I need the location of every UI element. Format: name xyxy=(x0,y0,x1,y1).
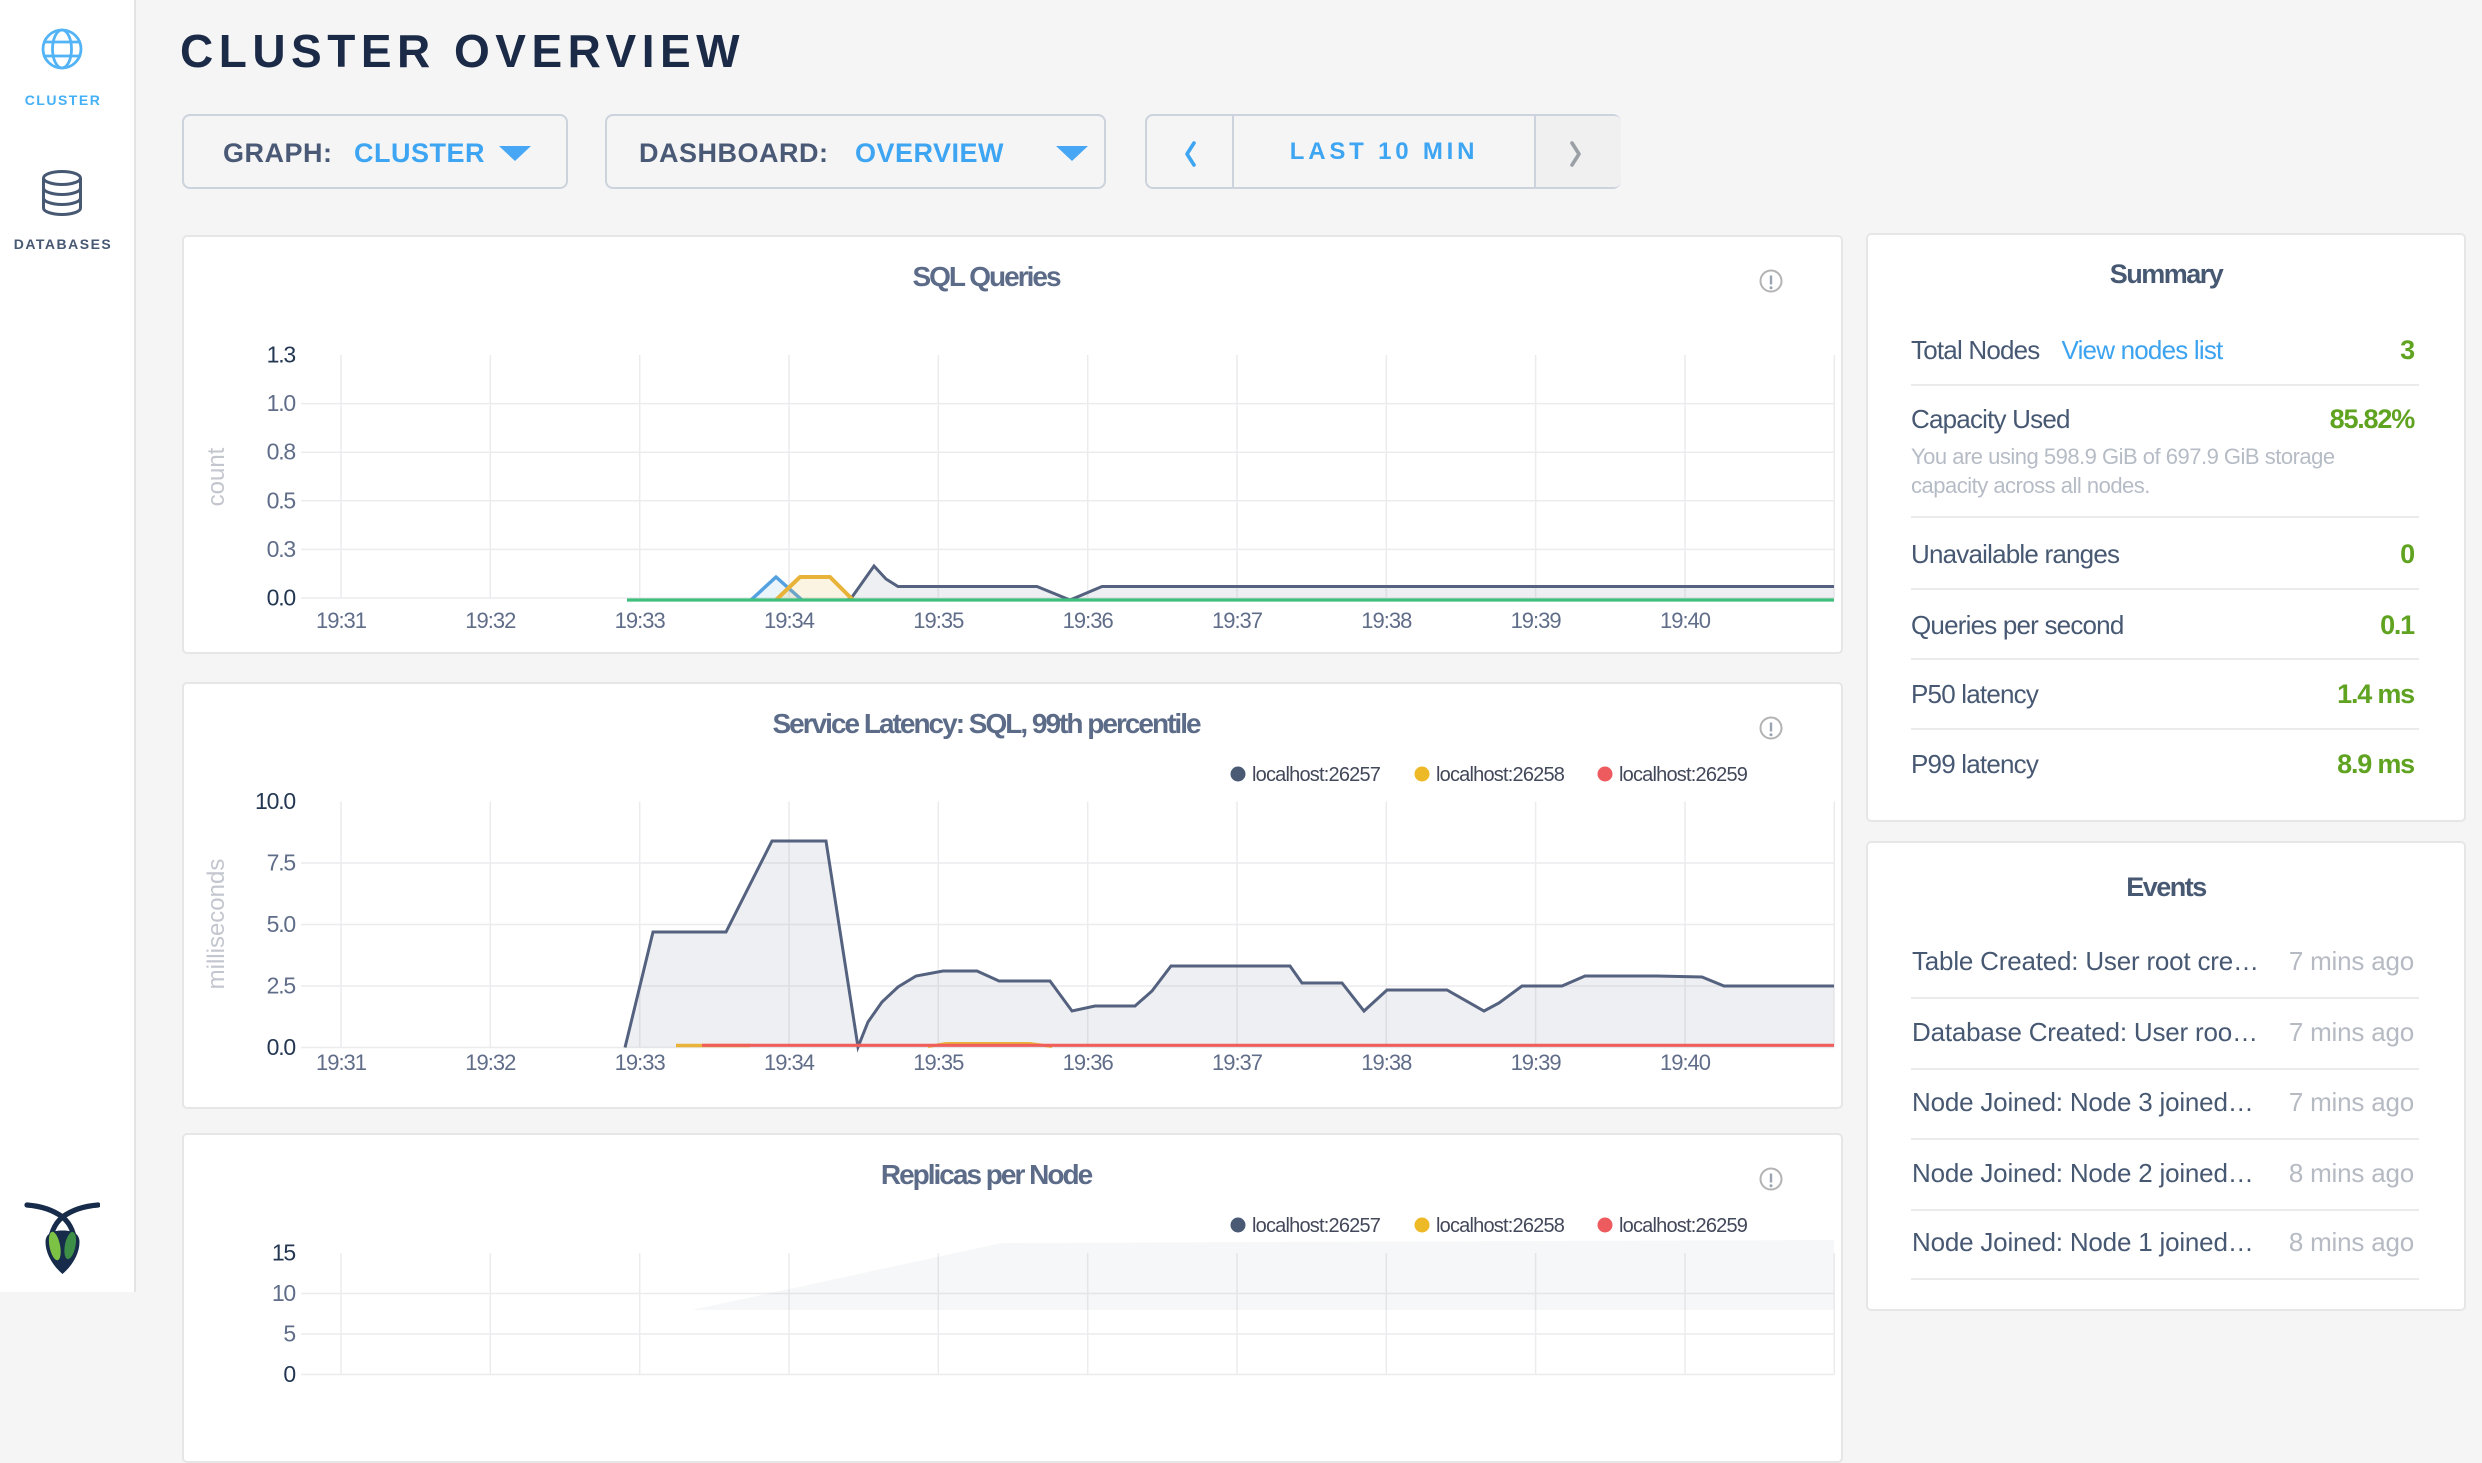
svg-text:10.0: 10.0 xyxy=(255,788,295,814)
svg-text:19:33: 19:33 xyxy=(615,1050,666,1075)
svg-text:19:38: 19:38 xyxy=(1361,608,1412,633)
svg-text:19:39: 19:39 xyxy=(1511,1050,1562,1075)
svg-text:localhost:26257: localhost:26257 xyxy=(1252,764,1381,786)
svg-text:count: count xyxy=(203,447,230,506)
svg-text:19:36: 19:36 xyxy=(1063,608,1114,633)
svg-text:milliseconds: milliseconds xyxy=(203,859,230,990)
svg-text:19:40: 19:40 xyxy=(1660,1050,1711,1075)
svg-text:1.0: 1.0 xyxy=(267,390,296,416)
svg-text:Service Latency: SQL, 99th per: Service Latency: SQL, 99th percentile xyxy=(772,708,1201,739)
svg-text:0: 0 xyxy=(283,1361,295,1387)
svg-text:19:36: 19:36 xyxy=(1063,1050,1114,1075)
svg-text:10: 10 xyxy=(272,1280,296,1306)
svg-text:19:35: 19:35 xyxy=(913,608,964,633)
svg-text:0.0: 0.0 xyxy=(267,585,296,611)
svg-text:19:39: 19:39 xyxy=(1511,608,1562,633)
svg-text:localhost:26259: localhost:26259 xyxy=(1619,764,1748,786)
svg-text:0.8: 0.8 xyxy=(267,439,296,465)
svg-text:localhost:26258: localhost:26258 xyxy=(1436,1215,1565,1237)
svg-text:localhost:26258: localhost:26258 xyxy=(1436,764,1565,786)
svg-text:5: 5 xyxy=(283,1321,295,1347)
svg-text:19:33: 19:33 xyxy=(615,608,666,633)
svg-text:1.3: 1.3 xyxy=(267,342,296,368)
svg-text:localhost:26257: localhost:26257 xyxy=(1252,1215,1381,1237)
svg-text:5.0: 5.0 xyxy=(267,911,296,937)
svg-text:19:40: 19:40 xyxy=(1660,608,1711,633)
svg-text:19:34: 19:34 xyxy=(764,608,815,633)
svg-text:15: 15 xyxy=(272,1240,296,1266)
svg-text:19:37: 19:37 xyxy=(1212,1050,1263,1075)
svg-text:0.3: 0.3 xyxy=(267,536,296,562)
svg-text:0.0: 0.0 xyxy=(267,1034,296,1060)
svg-text:SQL Queries: SQL Queries xyxy=(912,261,1061,292)
svg-text:19:35: 19:35 xyxy=(913,1050,964,1075)
svg-text:localhost:26259: localhost:26259 xyxy=(1619,1215,1748,1237)
svg-text:19:37: 19:37 xyxy=(1212,608,1263,633)
svg-text:19:31: 19:31 xyxy=(316,608,367,633)
svg-text:19:31: 19:31 xyxy=(316,1050,367,1075)
svg-text:19:32: 19:32 xyxy=(465,608,516,633)
svg-text:0.5: 0.5 xyxy=(267,487,296,513)
svg-text:2.5: 2.5 xyxy=(267,973,296,999)
svg-text:7.5: 7.5 xyxy=(267,850,296,876)
svg-text:19:32: 19:32 xyxy=(465,1050,516,1075)
svg-text:Replicas per Node: Replicas per Node xyxy=(881,1159,1093,1190)
svg-text:19:34: 19:34 xyxy=(764,1050,815,1075)
svg-text:19:38: 19:38 xyxy=(1361,1050,1412,1075)
